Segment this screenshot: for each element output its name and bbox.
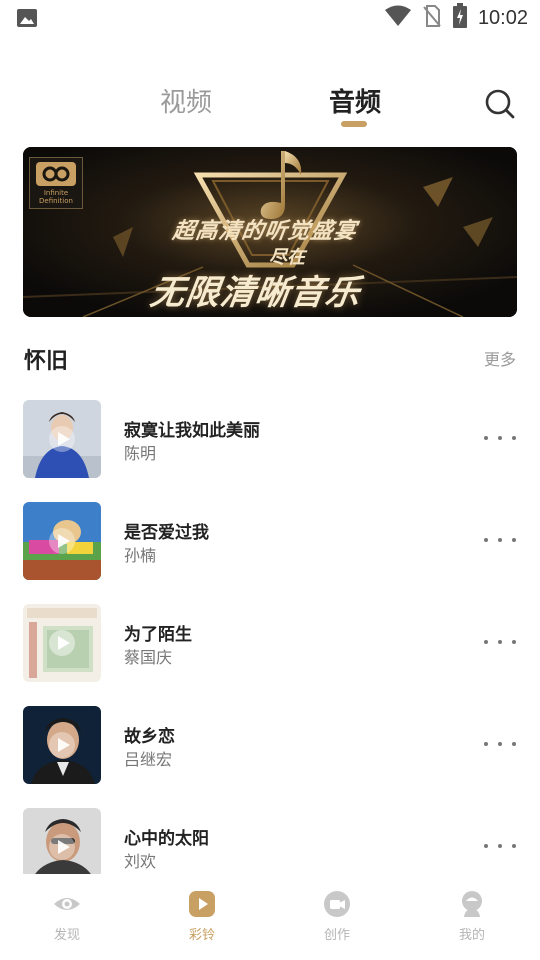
more-options-icon[interactable] [484,638,516,646]
top-tabs: 视频 音频 [0,76,540,136]
wifi-icon [384,5,412,31]
song-item[interactable]: 寂寞让我如此美丽 陈明 [0,398,540,500]
song-title: 故乡恋 [124,727,175,747]
song-cover[interactable] [23,400,101,478]
song-artist: 刘欢 [124,852,157,871]
song-item[interactable]: 故乡恋 吕继宏 [0,704,540,806]
nav-label: 发现 [53,928,80,943]
nav-create[interactable]: 创作 [297,890,377,943]
tab-audio[interactable]: 音频 [329,82,381,119]
screen: 10:02 视频 音频 Infinite Definition 超高清的听觉盛宴… [0,0,540,960]
more-link[interactable]: 更多 [484,346,516,370]
status-time: 10:02 [477,6,528,29]
nav-label: 彩铃 [188,928,215,943]
video-camera-icon [324,891,350,917]
more-options-icon[interactable] [484,842,516,850]
song-item[interactable]: 为了陌生 蔡国庆 [0,602,540,704]
nav-label: 创作 [323,928,350,943]
eye-icon [54,898,80,910]
play-square-icon [189,891,215,917]
profile-icon [462,891,482,917]
play-icon[interactable] [48,425,76,453]
play-icon[interactable] [48,629,76,657]
song-item[interactable]: 是否爱过我 孙楠 [0,500,540,602]
song-item[interactable]: 心中的太阳 刘欢 [0,806,540,874]
battery-charging-icon [452,3,468,33]
image-icon [16,8,38,32]
banner-logo: Infinite Definition [29,157,83,209]
song-artist: 吕继宏 [124,750,173,769]
play-icon[interactable] [48,833,76,861]
more-options-icon[interactable] [484,740,516,748]
status-bar: 10:02 [0,0,540,36]
infinity-logo-icon [36,162,76,186]
play-icon[interactable] [48,527,76,555]
tab-video[interactable]: 视频 [160,82,212,119]
search-icon[interactable] [484,88,516,120]
song-list: 寂寞让我如此美丽 陈明 是否爱过我 孙楠 为了陌生 蔡国庆 故乡恋 吕继宏 心中… [0,398,540,874]
active-tab-indicator [341,121,367,127]
song-title: 寂寞让我如此美丽 [124,421,260,441]
song-cover[interactable] [23,502,101,580]
banner-headline: 超高清的听觉盛宴 [170,219,359,244]
promo-banner[interactable]: Infinite Definition 超高清的听觉盛宴 尽在 无限清晰音乐 [23,147,517,317]
nav-ringtone[interactable]: 彩铃 [162,890,242,943]
banner-brand-line: 无限清晰音乐 [147,273,364,313]
banner-logo-text: Infinite Definition [39,189,73,205]
song-cover[interactable] [23,604,101,682]
status-icons: 10:02 [384,3,528,33]
section-title: 怀旧 [24,349,69,374]
song-artist: 孙楠 [124,546,157,565]
more-options-icon[interactable] [484,536,516,544]
song-cover[interactable] [23,808,101,874]
bottom-nav: 发现 彩铃 创作 我的 [0,874,540,960]
song-cover[interactable] [23,706,101,784]
song-title: 心中的太阳 [124,829,209,849]
more-options-icon[interactable] [484,434,516,442]
nav-profile[interactable]: 我的 [432,890,512,943]
play-icon[interactable] [48,731,76,759]
nav-label: 我的 [458,928,485,943]
song-title: 为了陌生 [124,625,192,645]
song-title: 是否爱过我 [124,523,209,543]
song-artist: 陈明 [124,444,157,463]
no-sim-icon [422,4,442,32]
nav-discover[interactable]: 发现 [27,890,107,943]
song-artist: 蔡国庆 [124,648,173,667]
